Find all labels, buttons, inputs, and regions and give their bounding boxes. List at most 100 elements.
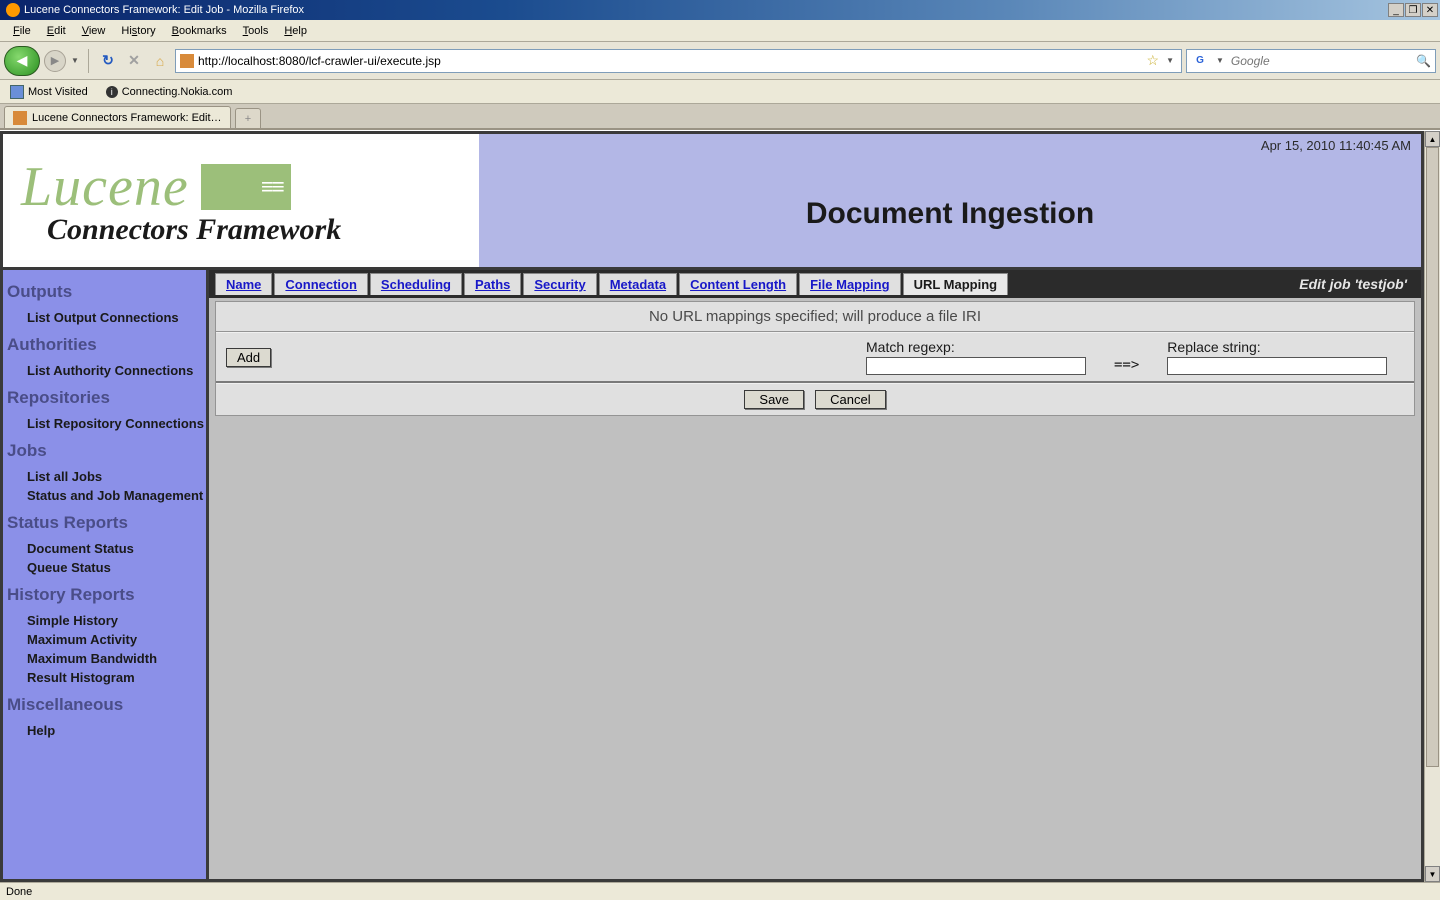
tab-metadata[interactable]: Metadata bbox=[599, 273, 677, 295]
history-dropdown-icon[interactable]: ▼ bbox=[70, 56, 80, 65]
sidebar-link-maximum-activity[interactable]: Maximum Activity bbox=[5, 630, 204, 649]
page-title: Document Ingestion bbox=[806, 197, 1094, 231]
bookmark-label: Connecting.Nokia.com bbox=[122, 86, 233, 98]
folder-icon bbox=[10, 85, 24, 99]
search-bar[interactable]: G ▼ 🔍 bbox=[1186, 49, 1436, 73]
app-container: Lucene ≡≡ Connectors Framework Apr 15, 2… bbox=[0, 131, 1424, 882]
bookmark-connecting-nokia[interactable]: i Connecting.Nokia.com bbox=[102, 84, 237, 100]
arrow-separator-icon: ==> bbox=[1086, 341, 1167, 373]
sidebar: Outputs List Output Connections Authorit… bbox=[3, 270, 209, 879]
tab-name[interactable]: Name bbox=[215, 273, 272, 295]
tab-label: Security bbox=[534, 277, 585, 292]
vertical-scrollbar[interactable]: ▲ ▼ bbox=[1424, 131, 1440, 882]
sidebar-link-help[interactable]: Help bbox=[5, 721, 204, 740]
stop-button[interactable]: ✕ bbox=[123, 50, 145, 72]
banner-right: Apr 15, 2010 11:40:45 AM Document Ingest… bbox=[479, 134, 1421, 267]
bookmark-most-visited[interactable]: Most Visited bbox=[6, 83, 92, 101]
nav-toolbar: ◀ ▶ ▼ ↻ ✕ ⌂ ☆ ▼ G ▼ 🔍 bbox=[0, 42, 1440, 80]
panel-actions: Save Cancel bbox=[216, 383, 1414, 415]
maximize-button[interactable]: ❐ bbox=[1405, 3, 1421, 17]
cancel-button[interactable]: Cancel bbox=[815, 390, 885, 409]
sidebar-link-simple-history[interactable]: Simple History bbox=[5, 611, 204, 630]
bookmark-star-icon[interactable]: ☆ bbox=[1147, 52, 1160, 69]
tab-favicon-icon bbox=[13, 111, 27, 125]
tab-scheduling[interactable]: Scheduling bbox=[370, 273, 462, 295]
sidebar-heading-repositories: Repositories bbox=[5, 380, 204, 414]
bookmarks-toolbar: Most Visited i Connecting.Nokia.com bbox=[0, 80, 1440, 104]
sidebar-link-maximum-bandwidth[interactable]: Maximum Bandwidth bbox=[5, 649, 204, 668]
firefox-icon bbox=[6, 3, 20, 17]
tab-content-length[interactable]: Content Length bbox=[679, 273, 797, 295]
url-input[interactable] bbox=[198, 51, 1143, 71]
sidebar-link-list-all-jobs[interactable]: List all Jobs bbox=[5, 467, 204, 486]
tab-label: Paths bbox=[475, 277, 510, 292]
back-button[interactable]: ◀ bbox=[4, 46, 40, 76]
bookmark-label: Most Visited bbox=[28, 86, 88, 98]
edit-job-label: Edit job 'testjob' bbox=[1299, 276, 1415, 292]
forward-button[interactable]: ▶ bbox=[44, 50, 66, 72]
google-engine-icon[interactable]: G bbox=[1191, 53, 1209, 69]
page-viewport: ▲ ▼ Lucene ≡≡ Connectors Framework Apr 1… bbox=[0, 130, 1440, 882]
sidebar-heading-miscellaneous: Miscellaneous bbox=[5, 687, 204, 721]
menu-tools[interactable]: Tools bbox=[236, 23, 276, 39]
sidebar-heading-outputs: Outputs bbox=[5, 274, 204, 308]
replace-string-input[interactable] bbox=[1167, 357, 1387, 375]
sidebar-link-result-histogram[interactable]: Result Histogram bbox=[5, 668, 204, 687]
minimize-button[interactable]: _ bbox=[1388, 3, 1404, 17]
tab-label: Content Length bbox=[690, 277, 786, 292]
timestamp: Apr 15, 2010 11:40:45 AM bbox=[1261, 138, 1411, 153]
sidebar-link-status-job-management[interactable]: Status and Job Management bbox=[5, 486, 204, 505]
menu-file[interactable]: File bbox=[6, 23, 38, 39]
engine-dropdown-icon[interactable]: ▼ bbox=[1213, 56, 1227, 65]
menu-history[interactable]: History bbox=[114, 23, 162, 39]
tab-label: Connection bbox=[285, 277, 357, 292]
logo-area: Lucene ≡≡ Connectors Framework bbox=[3, 134, 479, 267]
browser-tab-active[interactable]: Lucene Connectors Framework: Edit ... bbox=[4, 106, 231, 128]
tab-url-mapping[interactable]: URL Mapping bbox=[903, 273, 1009, 295]
sidebar-link-list-output-connections[interactable]: List Output Connections bbox=[5, 308, 204, 327]
sidebar-link-document-status[interactable]: Document Status bbox=[5, 539, 204, 558]
logo-mark-icon: ≡≡ bbox=[201, 164, 291, 210]
menu-view[interactable]: View bbox=[75, 23, 113, 39]
add-mapping-row: Add Match regexp: ==> Replace string: bbox=[216, 332, 1414, 383]
tab-file-mapping[interactable]: File Mapping bbox=[799, 273, 900, 295]
sidebar-link-list-repository-connections[interactable]: List Repository Connections bbox=[5, 414, 204, 433]
url-mapping-panel: No URL mappings specified; will produce … bbox=[215, 301, 1415, 416]
app-body: Outputs List Output Connections Authorit… bbox=[3, 270, 1421, 879]
tab-label: Name bbox=[226, 277, 261, 292]
logo-script-text: Lucene bbox=[21, 155, 189, 219]
home-button[interactable]: ⌂ bbox=[149, 50, 171, 72]
site-favicon-icon: i bbox=[106, 86, 118, 98]
match-regexp-input[interactable] bbox=[866, 357, 1086, 375]
scrollbar-thumb[interactable] bbox=[1426, 147, 1439, 767]
tab-label: URL Mapping bbox=[914, 277, 998, 292]
tab-label: Metadata bbox=[610, 277, 666, 292]
sidebar-link-list-authority-connections[interactable]: List Authority Connections bbox=[5, 361, 204, 380]
new-tab-button[interactable]: + bbox=[235, 108, 261, 128]
close-button[interactable]: ✕ bbox=[1422, 3, 1438, 17]
url-bar[interactable]: ☆ ▼ bbox=[175, 49, 1182, 73]
menu-edit[interactable]: Edit bbox=[40, 23, 73, 39]
browser-tab-strip: Lucene Connectors Framework: Edit ... + bbox=[0, 104, 1440, 130]
add-button[interactable]: Add bbox=[226, 348, 271, 367]
sidebar-heading-history-reports: History Reports bbox=[5, 577, 204, 611]
sidebar-heading-status-reports: Status Reports bbox=[5, 505, 204, 539]
job-tabs: Name Connection Scheduling Paths Securit… bbox=[209, 270, 1421, 298]
scroll-up-icon[interactable]: ▲ bbox=[1425, 131, 1440, 147]
replace-string-group: Replace string: bbox=[1167, 339, 1387, 375]
menu-bar: File Edit View History Bookmarks Tools H… bbox=[0, 20, 1440, 42]
tab-security[interactable]: Security bbox=[523, 273, 596, 295]
empty-mappings-message: No URL mappings specified; will produce … bbox=[216, 302, 1414, 332]
sidebar-link-queue-status[interactable]: Queue Status bbox=[5, 558, 204, 577]
tab-paths[interactable]: Paths bbox=[464, 273, 521, 295]
tab-connection[interactable]: Connection bbox=[274, 273, 368, 295]
save-button[interactable]: Save bbox=[744, 390, 804, 409]
scroll-down-icon[interactable]: ▼ bbox=[1425, 866, 1440, 882]
app-header: Lucene ≡≡ Connectors Framework Apr 15, 2… bbox=[3, 134, 1421, 270]
url-dropdown-icon[interactable]: ▼ bbox=[1163, 56, 1177, 65]
menu-bookmarks[interactable]: Bookmarks bbox=[165, 23, 234, 39]
search-go-icon[interactable]: 🔍 bbox=[1416, 54, 1431, 68]
reload-button[interactable]: ↻ bbox=[97, 50, 119, 72]
search-input[interactable] bbox=[1231, 51, 1412, 71]
menu-help[interactable]: Help bbox=[277, 23, 314, 39]
